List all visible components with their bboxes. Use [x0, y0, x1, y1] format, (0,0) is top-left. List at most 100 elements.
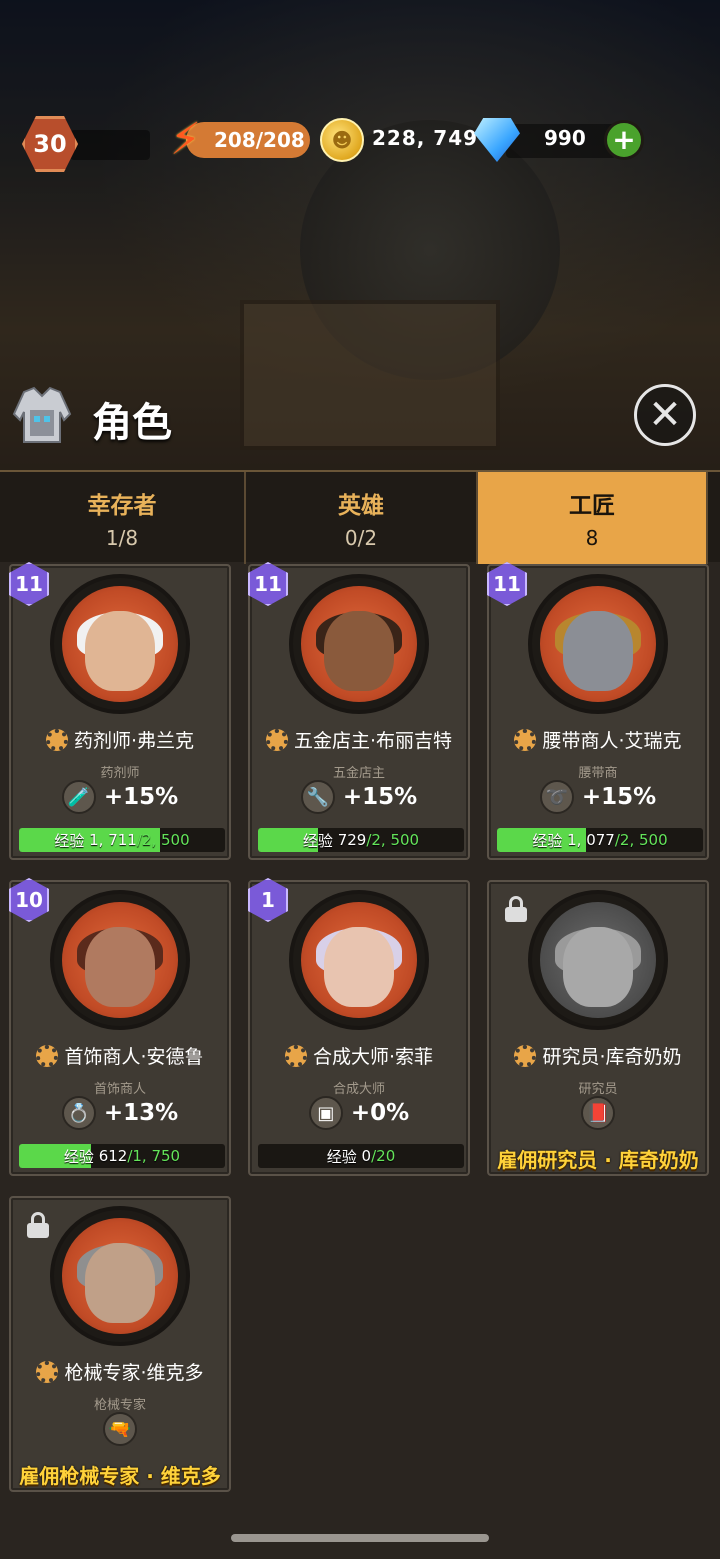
- level-badge: 11: [487, 562, 527, 606]
- add-gems-button[interactable]: +: [604, 120, 644, 160]
- craftsman-card-locked[interactable]: 枪械专家·维克多 枪械专家 🔫 雇佣枪械专家 · 维克多: [9, 1196, 231, 1492]
- gear-icon: [514, 1044, 537, 1067]
- tab-label: 幸存者: [87, 493, 157, 519]
- xp-label: 经验: [326, 1147, 357, 1166]
- name-row: 研究员·库奇奶奶: [489, 1042, 707, 1069]
- name-row: 五金店主·布丽吉特: [250, 726, 468, 753]
- lightning-icon: ⚡: [170, 114, 201, 165]
- craftsman-card[interactable]: 11 药剂师·弗兰克 药剂师 🧪 +15% 经验 1, 711/2, 500: [9, 562, 231, 860]
- tab-survivors[interactable]: 幸存者 1/8: [0, 472, 246, 564]
- xp-label: 经验: [63, 1147, 94, 1166]
- lock-icon: [27, 1212, 49, 1238]
- portrait: [528, 574, 668, 714]
- xp-current: 0: [361, 1147, 372, 1165]
- level-value: 11: [254, 572, 282, 596]
- bonus-row: 💍 +13%: [11, 1096, 229, 1130]
- close-button[interactable]: ✕: [634, 384, 696, 446]
- energy-value: 208/208: [214, 128, 305, 152]
- hire-button[interactable]: 雇佣枪械专家 · 维克多: [11, 1460, 229, 1489]
- plus-icon: +: [612, 123, 636, 156]
- player-level-value: 30: [33, 130, 67, 158]
- level-badge: 11: [248, 562, 288, 606]
- craftsman-name: 五金店主·布丽吉特: [293, 730, 453, 752]
- role-label: 合成大师: [332, 1082, 385, 1097]
- xp-max: 20: [376, 1147, 396, 1165]
- craftsman-card[interactable]: 1 合成大师·索菲 合成大师 ▣ +0% 经验 0/20: [248, 878, 470, 1176]
- bonus-row: 🔫: [11, 1412, 229, 1446]
- tab-bar: 幸存者 1/8 英雄 0/2 工匠 8: [0, 470, 720, 564]
- role-label: 药剂师: [100, 766, 140, 781]
- craftsman-name: 研究员·库奇奶奶: [542, 1046, 682, 1068]
- gear-icon: [284, 1044, 307, 1067]
- close-icon: ✕: [648, 392, 682, 438]
- cube-icon: ▣: [308, 1096, 343, 1130]
- home-indicator[interactable]: [231, 1534, 489, 1542]
- page-title: 角色: [92, 400, 172, 446]
- role-label: 枪械专家: [93, 1398, 146, 1413]
- role-label: 首饰商人: [93, 1082, 146, 1097]
- name-row: 合成大师·索菲: [250, 1042, 468, 1069]
- xp-current: 612: [98, 1147, 128, 1165]
- xp-bar: 经验 0/20: [258, 1144, 464, 1168]
- tab-count: 1/8: [105, 526, 139, 550]
- xp-current: 1, 711: [89, 831, 137, 849]
- craftsman-card[interactable]: 10 首饰商人·安德鲁 首饰商人 💍 +13% 经验 612/1, 750: [9, 878, 231, 1176]
- player-level-bar: [70, 130, 150, 160]
- level-value: 11: [15, 572, 43, 596]
- lock-icon: [505, 896, 527, 922]
- bonus-value: +15%: [581, 784, 657, 810]
- tab-count: 0/2: [344, 526, 378, 550]
- xp-label: 经验: [302, 831, 333, 850]
- level-badge: 1: [248, 878, 288, 922]
- name-row: 首饰商人·安德鲁: [11, 1042, 229, 1069]
- portrait: [289, 890, 429, 1030]
- role-label: 五金店主: [332, 766, 385, 781]
- level-badge: 11: [9, 562, 49, 606]
- craftsman-name: 枪械专家·维克多: [64, 1362, 204, 1384]
- gear-icon: [36, 1360, 59, 1383]
- xp-bar: 经验 729/2, 500: [258, 828, 464, 852]
- craftsman-name: 腰带商人·艾瑞克: [542, 730, 682, 752]
- gear-icon: [36, 1044, 59, 1067]
- wrench-icon: 🔧: [300, 780, 335, 814]
- tab-heroes[interactable]: 英雄 0/2: [246, 472, 478, 564]
- belt-icon: ➰: [539, 780, 574, 814]
- xp-current: 1, 077: [567, 831, 615, 849]
- role-label: 腰带商: [578, 766, 618, 781]
- xp-max: 2, 500: [371, 831, 420, 849]
- tab-label: 工匠: [569, 493, 615, 519]
- book-icon: 📕: [581, 1096, 615, 1130]
- coin-icon: ☻: [320, 118, 364, 162]
- craftsman-card-locked[interactable]: 研究员·库奇奶奶 研究员 📕 雇佣研究员 · 库奇奶奶: [487, 880, 709, 1176]
- top-hud: 30 208/208 ⚡ ☻ 228, 749 990 +: [0, 112, 720, 172]
- level-badge: 10: [9, 878, 49, 922]
- tab-count: 8: [585, 526, 599, 550]
- tab-craftsmen[interactable]: 工匠 8: [478, 472, 708, 564]
- role-label: 研究员: [578, 1082, 618, 1097]
- player-level-badge[interactable]: 30: [22, 116, 78, 172]
- xp-bar: 经验 1, 711/2, 500: [19, 828, 225, 852]
- hire-button[interactable]: 雇佣研究员 · 库奇奶奶: [489, 1144, 707, 1173]
- portrait: [289, 574, 429, 714]
- xp-bar: 经验 1, 077/2, 500: [497, 828, 703, 852]
- armor-vest-icon: [12, 386, 72, 443]
- craftsman-name: 合成大师·索菲: [312, 1046, 434, 1068]
- bonus-value: +15%: [103, 784, 179, 810]
- bonus-value: +0%: [350, 1100, 410, 1126]
- xp-label: 经验: [532, 831, 563, 850]
- bonus-row: ➰ +15%: [489, 780, 707, 814]
- name-row: 腰带商人·艾瑞克: [489, 726, 707, 753]
- portrait: [50, 1206, 190, 1346]
- gear-icon: [45, 728, 68, 751]
- craftsman-card[interactable]: 11 五金店主·布丽吉特 五金店主 🔧 +15% 经验 729/2, 500: [248, 562, 470, 860]
- gem-value: 990: [544, 126, 586, 150]
- bonus-value: +15%: [342, 784, 418, 810]
- craftsman-card[interactable]: 11 腰带商人·艾瑞克 腰带商 ➰ +15% 经验 1, 077/2, 500: [487, 562, 709, 860]
- xp-current: 729: [337, 831, 367, 849]
- ring-icon: 💍: [61, 1096, 96, 1130]
- xp-max: 1, 750: [132, 1147, 181, 1165]
- bonus-row: 🧪 +15%: [11, 780, 229, 814]
- bonus-value: +13%: [103, 1100, 179, 1126]
- craftsman-name: 首饰商人·安德鲁: [64, 1046, 204, 1068]
- level-value: 11: [493, 572, 521, 596]
